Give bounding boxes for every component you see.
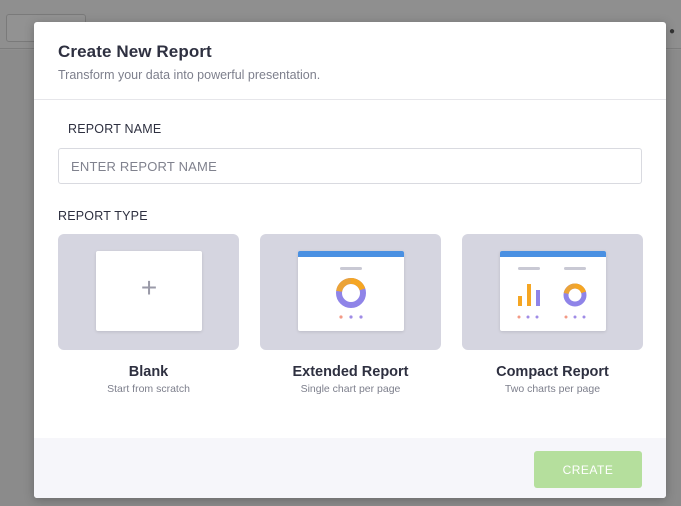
bar-and-donut-chart-icon [517,267,587,319]
blank-page-preview: + [96,251,202,331]
report-type-description: Single chart per page [300,383,401,395]
report-type-thumbnail [260,234,441,350]
create-button[interactable]: CREATE [534,451,642,488]
report-type-description: Start from scratch [107,383,190,395]
report-type-title: Blank [128,364,169,380]
compact-page-preview [500,251,606,331]
report-type-blank[interactable]: + Blank Start from scratch [58,234,239,404]
report-type-title: Compact Report [496,364,609,380]
modal-title: Create New Report [58,42,212,61]
report-type-thumbnail [462,234,643,350]
report-name-input[interactable] [58,148,642,184]
report-type-title: Extended Report [292,364,409,380]
report-type-thumbnail: + [58,234,239,350]
modal-subtitle: Transform your data into powerful presen… [58,68,321,82]
report-type-extended[interactable]: Extended Report Single chart per page [260,234,441,404]
extended-page-preview [298,251,404,331]
modal-body: REPORT NAME REPORT TYPE + Blank Start fr… [34,100,666,438]
background-dot-icon: ● [669,26,676,37]
report-type-label: REPORT TYPE [58,209,148,223]
create-report-modal: Create New Report Transform your data in… [34,22,666,498]
modal-footer: CREATE [34,438,666,498]
report-name-label: REPORT NAME [68,122,162,136]
donut-chart-icon [336,267,366,319]
plus-icon: + [140,272,158,303]
modal-header: Create New Report Transform your data in… [34,22,666,100]
report-type-options: + Blank Start from scratch Extended Repo… [58,234,643,404]
report-type-compact[interactable]: Compact Report Two charts per page [462,234,643,404]
report-type-description: Two charts per page [504,383,601,395]
